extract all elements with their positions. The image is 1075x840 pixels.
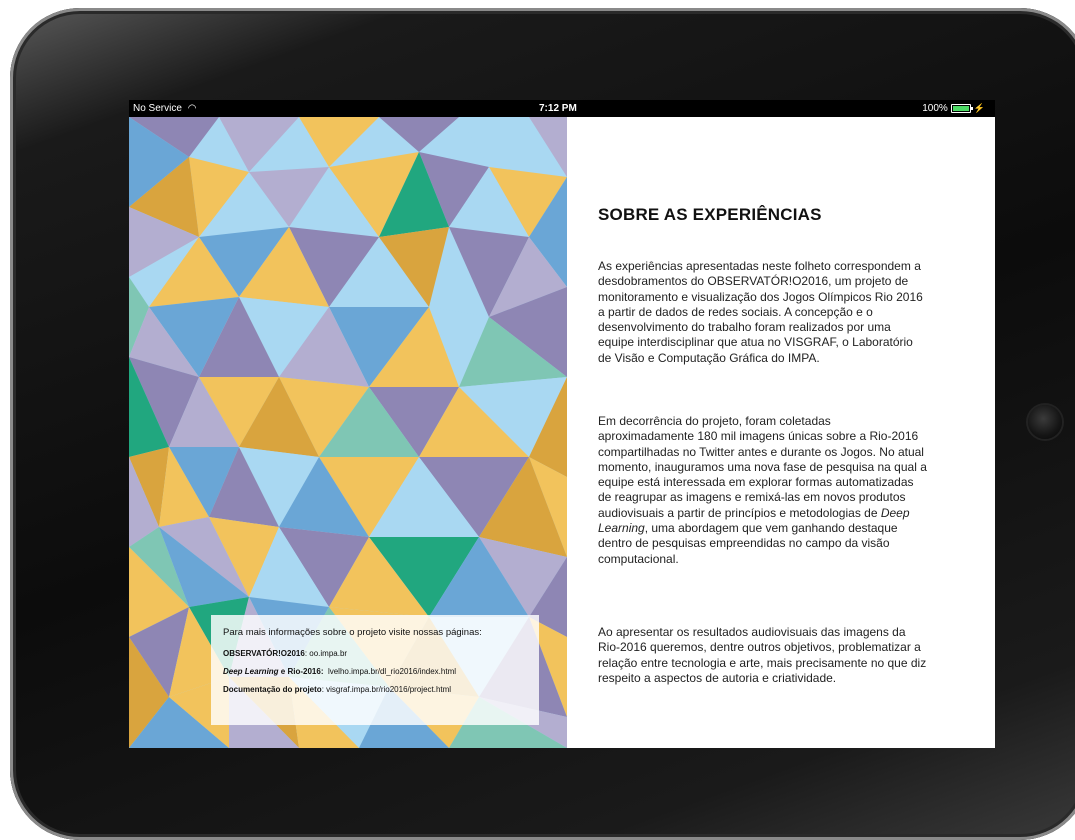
battery-percent: 100%: [922, 103, 948, 114]
link-url[interactable]: visgraf.impa.br/rio2016/project.html: [326, 685, 451, 694]
info-intro: Para mais informações sobre o projeto vi…: [223, 627, 482, 638]
link-url[interactable]: oo.impa.br: [309, 649, 347, 658]
paragraph-2: Em decorrência do projeto, foram coletad…: [598, 414, 928, 567]
link-label: Documentação do projeto: [223, 685, 322, 694]
battery-status: 100% ⚡: [922, 100, 985, 117]
article-heading: SOBRE AS EXPERIÊNCIAS: [598, 205, 822, 224]
link-row-documentacao[interactable]: Documentação do projeto: visgraf.impa.br…: [223, 685, 451, 694]
status-bar: No Service ◠ 7:12 PM 100% ⚡: [129, 100, 995, 117]
charging-icon: ⚡: [973, 103, 985, 113]
paragraph-2-text: Em decorrência do projeto, foram coletad…: [598, 414, 927, 520]
carrier-label: No Service: [133, 103, 182, 114]
polygon-artwork: Para mais informações sobre o projeto vi…: [129, 117, 567, 748]
link-row-observatorio[interactable]: OBSERVATÓR!O2016: oo.impa.br: [223, 649, 347, 658]
home-button[interactable]: [1028, 405, 1062, 439]
clock: 7:12 PM: [539, 103, 577, 114]
paragraph-3: Ao apresentar os resultados audiovisuais…: [598, 625, 927, 685]
link-url[interactable]: lvelho.impa.br/dl_rio2016/index.html: [328, 667, 456, 676]
link-label-rest: e Rio-2016:: [278, 667, 324, 676]
paragraph-1: As experiências apresentadas neste folhe…: [598, 259, 923, 365]
link-label-em: Deep Learning: [223, 667, 279, 676]
link-row-deep-learning[interactable]: Deep Learning e Rio-2016: lvelho.impa.br…: [223, 667, 456, 676]
link-label: OBSERVATÓR!O2016: [223, 649, 305, 658]
wifi-icon: ◠: [187, 103, 197, 114]
article-panel: SOBRE AS EXPERIÊNCIAS As experiências ap…: [567, 117, 995, 748]
screen: No Service ◠ 7:12 PM 100% ⚡ Para mais in…: [129, 100, 995, 748]
carrier-status: No Service ◠: [133, 100, 196, 117]
project-info-box: Para mais informações sobre o projeto vi…: [211, 615, 539, 725]
battery-icon: [950, 104, 973, 113]
